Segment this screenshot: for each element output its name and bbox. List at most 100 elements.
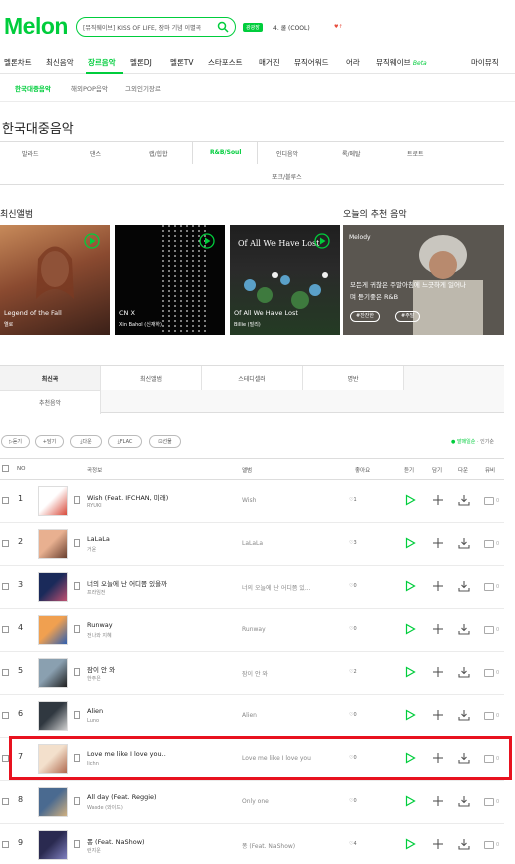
rec-text-2[interactable]: 며 듣기좋은 R&B [350, 291, 398, 301]
song-artist[interactable]: 한주은 [87, 675, 101, 682]
genre-ballad[interactable]: 발라드 [22, 149, 39, 158]
genre-folk[interactable]: 포크/블루스 [272, 172, 302, 181]
song-album[interactable]: Wish [242, 497, 256, 504]
add-icon[interactable] [432, 666, 444, 678]
row-checkbox[interactable] [2, 540, 9, 547]
play-icon[interactable] [404, 709, 416, 721]
song-info-icon[interactable] [74, 711, 80, 719]
row-checkbox[interactable] [2, 755, 9, 762]
album-card[interactable]: Of All We Have Lost Of All We Have Lost … [230, 225, 340, 335]
event-badge[interactable]: 광광장 [243, 23, 263, 32]
nav-tv[interactable]: 멜론TV [170, 57, 194, 68]
play-icon[interactable] [404, 537, 416, 549]
mv-icon[interactable] [484, 798, 494, 806]
like-button[interactable]: ♡0 [349, 798, 357, 804]
add-icon[interactable] [432, 580, 444, 592]
tab-classic[interactable]: 명반 [303, 366, 404, 390]
add-icon[interactable] [432, 795, 444, 807]
play-icon[interactable] [404, 838, 416, 850]
album-thumbnail[interactable] [38, 529, 68, 559]
genre-trot[interactable]: 트로트 [407, 149, 424, 158]
subnav-kpop[interactable]: 한국대중음악 [15, 83, 51, 93]
song-title[interactable]: 너의 오늘에 난 어디쯤 있을까 [87, 578, 167, 588]
search-bar[interactable]: [뮤직웨이브] KISS OF LIFE, 장마 기념 이별곡 [76, 17, 236, 37]
download-icon[interactable] [458, 580, 470, 592]
song-info-icon[interactable] [74, 625, 80, 633]
song-title[interactable]: All day (Feat. Reggie) [87, 793, 157, 801]
sort-date[interactable]: ● 발매일순 [451, 439, 475, 445]
play-icon[interactable] [199, 233, 215, 249]
album-title[interactable]: Of All We Have Lost [234, 309, 298, 317]
song-album[interactable]: Runway [242, 626, 266, 633]
melon-logo[interactable]: Melon [4, 13, 68, 40]
mv-icon[interactable] [484, 497, 494, 505]
album-card[interactable]: CN X Xin Bahol (신재하) [115, 225, 225, 335]
album-title[interactable]: Legend of the Fall [4, 309, 62, 317]
song-info-icon[interactable] [74, 797, 80, 805]
play-icon[interactable] [404, 580, 416, 592]
listen-button[interactable]: ▷ 듣기 [1, 435, 30, 448]
mv-icon[interactable] [484, 583, 494, 591]
play-icon[interactable] [404, 623, 416, 635]
album-artist[interactable]: Billie (빌리) [234, 321, 261, 328]
play-icon[interactable] [404, 666, 416, 678]
realtime-rank[interactable]: 4. 쿨 (COOL) [273, 23, 310, 32]
download-icon[interactable] [458, 709, 470, 721]
like-button[interactable]: ♡2 [349, 669, 357, 675]
mv-icon[interactable] [484, 626, 494, 634]
download-icon[interactable] [458, 537, 470, 549]
rec-tag[interactable]: #주말 [395, 311, 421, 322]
row-checkbox[interactable] [2, 841, 9, 848]
album-artist[interactable]: 엘로 [4, 321, 13, 328]
song-info-icon[interactable] [74, 539, 80, 547]
recommend-card[interactable]: Melody 모든게 귀찮은 주말아침에 느긋하게 일어나 며 듣기좋은 R&B… [343, 225, 504, 335]
like-button[interactable]: ♡3 [349, 540, 357, 546]
mv-icon[interactable] [484, 540, 494, 548]
song-title[interactable]: LaLaLa [87, 535, 110, 543]
album-thumbnail[interactable] [38, 486, 68, 516]
genre-rock[interactable]: 록/메탈 [342, 149, 361, 158]
mv-icon[interactable] [484, 841, 494, 849]
like-button[interactable]: ♡0 [349, 712, 357, 718]
nav-magazine[interactable]: 매거진 [259, 57, 280, 68]
song-artist[interactable]: Wasde (와이드) [87, 804, 123, 811]
song-title[interactable]: Runway [87, 621, 113, 629]
row-checkbox[interactable] [2, 669, 9, 676]
select-all-checkbox[interactable] [2, 465, 9, 472]
genre-dance[interactable]: 댄스 [90, 149, 101, 158]
album-thumbnail[interactable] [38, 615, 68, 645]
album-thumbnail[interactable] [38, 701, 68, 731]
nav-award[interactable]: 뮤직어워드 [294, 57, 329, 68]
search-input[interactable]: [뮤직웨이브] KISS OF LIFE, 장마 기념 이별곡 [83, 23, 217, 32]
sort-popular[interactable]: · 인기순 [477, 439, 494, 445]
tab-new-songs[interactable]: 최신곡 [0, 366, 101, 390]
song-artist[interactable]: 거윤 [87, 546, 96, 553]
album-thumbnail[interactable] [38, 830, 68, 860]
album-thumbnail[interactable] [38, 572, 68, 602]
play-icon[interactable] [84, 233, 100, 249]
play-icon[interactable] [314, 233, 330, 249]
album-artist[interactable]: Xin Bahol (신재하) [119, 321, 162, 328]
sort-options[interactable]: ● 발매일순 · 인기순 [451, 438, 494, 445]
nav-mymusic[interactable]: 마이뮤직 [471, 57, 499, 68]
nav-etc[interactable]: 어라 [346, 57, 360, 68]
song-artist[interactable]: 전나와 지혜 [87, 632, 112, 639]
add-icon[interactable] [432, 623, 444, 635]
song-title[interactable]: Wish (Feat. IFCHAN, 미래) [87, 492, 168, 502]
song-album[interactable]: Only one [242, 798, 269, 805]
song-artist[interactable]: 런지운 [87, 847, 101, 854]
song-info-icon[interactable] [74, 668, 80, 676]
download-icon[interactable] [458, 623, 470, 635]
download-button[interactable]: ⤓ 다운 [70, 435, 102, 448]
album-card[interactable]: Legend of the Fall 엘로 [0, 225, 110, 335]
album-title[interactable]: CN X [119, 309, 135, 317]
song-title[interactable]: 퐁 (Feat. NaShow) [87, 836, 145, 846]
subnav-other[interactable]: 그외인기장르 [125, 83, 161, 93]
song-title[interactable]: Alien [87, 707, 103, 715]
rec-text-1[interactable]: 모든게 귀찮은 주말아침에 느긋하게 일어나 [350, 279, 466, 289]
song-info-icon[interactable] [74, 496, 80, 504]
genre-rnb[interactable]: R&B/Soul [210, 149, 241, 156]
gift-button[interactable]: ⊡ 선물 [149, 435, 181, 448]
row-checkbox[interactable] [2, 497, 9, 504]
row-checkbox[interactable] [2, 583, 9, 590]
